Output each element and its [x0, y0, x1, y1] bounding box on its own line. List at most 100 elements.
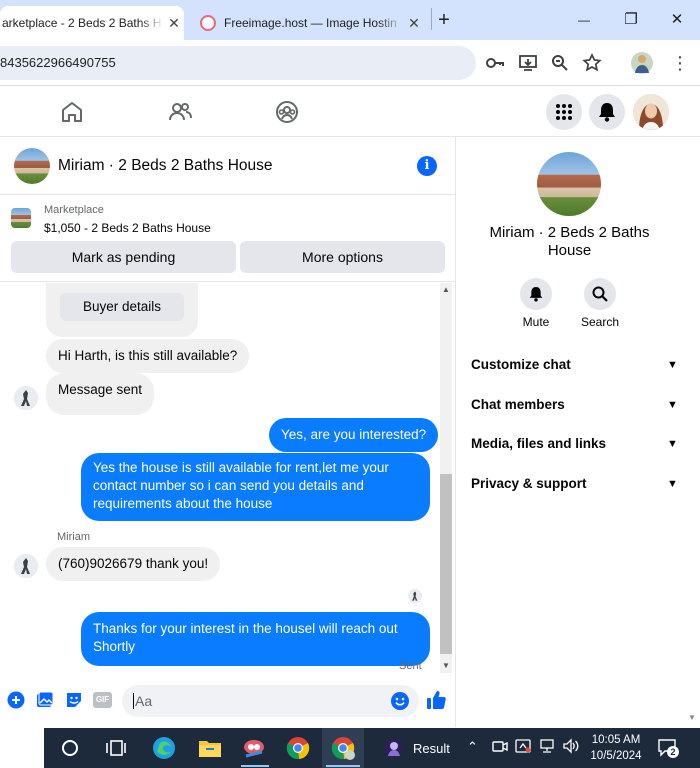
result-app-label[interactable]: Result	[413, 741, 450, 756]
scroll-down-arrow-icon[interactable]: ▼	[442, 661, 450, 670]
volume-icon[interactable]	[562, 738, 580, 757]
network-icon[interactable]	[539, 738, 555, 757]
profile-avatar[interactable]	[633, 94, 669, 130]
home-icon[interactable]	[59, 99, 85, 125]
chevron-down-icon: ▼	[667, 399, 678, 411]
notification-center-icon[interactable]: 2	[657, 738, 679, 758]
message-input-placeholder: Aa	[135, 693, 153, 709]
password-key-icon[interactable]	[485, 53, 505, 73]
section-chat-members[interactable]: Chat members ▼	[471, 397, 678, 412]
groups-icon[interactable]	[274, 99, 300, 125]
buyer-details-card: Buyer details	[46, 283, 198, 337]
conversation-title[interactable]: Miriam · 2 Beds 2 Baths House	[58, 157, 273, 175]
file-explorer-icon[interactable]	[198, 736, 222, 760]
plus-icon[interactable]	[7, 691, 25, 709]
clock-date: 10/5/2024	[590, 750, 642, 762]
install-app-icon[interactable]	[518, 53, 538, 73]
listing-thumbnail[interactable]	[14, 148, 50, 184]
search-button[interactable]	[584, 278, 616, 310]
sent-status: Sent	[399, 660, 422, 672]
thumbs-up-icon[interactable]	[426, 690, 446, 710]
menu-grid-button[interactable]	[546, 94, 582, 130]
scroll-up-arrow-icon[interactable]: ▲	[442, 285, 450, 294]
bell-icon	[599, 103, 615, 122]
section-label: Chat members	[471, 397, 565, 412]
buyer-details-button[interactable]: Buyer details	[60, 293, 184, 321]
chat-info-name: Miriam · 2 Beds 2 Baths House	[489, 224, 650, 259]
marketplace-listing-bar: Marketplace $1,050 - 2 Beds 2 Baths Hous…	[0, 196, 455, 282]
gif-icon[interactable]: GIF	[93, 692, 112, 708]
restore-button[interactable]: ❐	[617, 8, 645, 32]
listing-price-title[interactable]: $1,050 - 2 Beds 2 Baths House	[44, 221, 211, 235]
chrome-profile-avatar[interactable]	[631, 52, 653, 74]
scrollbar-thumb[interactable]	[440, 474, 452, 654]
friends-icon[interactable]	[167, 99, 193, 125]
edge-browser-icon[interactable]	[152, 736, 176, 760]
task-view-icon[interactable]	[104, 736, 128, 760]
snipping-tool-icon[interactable]	[242, 736, 266, 760]
new-tab-button[interactable]: +	[430, 8, 458, 32]
conversation-header: Miriam · 2 Beds 2 Baths House i	[0, 137, 455, 195]
address-bar[interactable]: 8435622966490755	[0, 46, 476, 80]
section-privacy-support[interactable]: Privacy & support ▼	[471, 476, 678, 491]
miriam-avatar[interactable]	[14, 554, 38, 578]
photo-icon[interactable]	[36, 691, 54, 709]
listing-small-thumbnail[interactable]	[11, 208, 31, 228]
mark-as-pending-button[interactable]: Mark as pending	[11, 241, 236, 273]
message-incoming: (760)9026679 thank you!	[46, 547, 221, 581]
camera-tray-icon[interactable]	[492, 738, 508, 757]
more-options-button[interactable]: More options	[240, 241, 445, 273]
chat-info-avatar[interactable]	[537, 152, 601, 216]
sticker-icon[interactable]	[65, 691, 83, 709]
message-input[interactable]: Aa	[122, 685, 419, 717]
browser-toolbar: 8435622966490755 ⋮	[0, 40, 700, 86]
grid-icon	[556, 104, 572, 120]
tab-title: Freeimage.host — Image Hostin	[224, 16, 397, 30]
system-clock[interactable]: 10:05 AM 10/5/2024	[588, 732, 644, 764]
browser-tab-strip: arketplace - 2 Beds 2 Baths H ✕ Freeimag…	[0, 0, 700, 40]
mute-button[interactable]	[520, 278, 552, 310]
message-scrollbar[interactable]: ▲ ▼	[440, 283, 452, 673]
result-app-icon[interactable]	[382, 736, 406, 760]
minimize-button[interactable]: —	[570, 8, 598, 32]
close-window-button[interactable]: ✕	[663, 8, 691, 32]
chevron-down-icon: ▼	[667, 478, 678, 490]
notifications-button[interactable]	[589, 94, 625, 130]
freeimage-favicon-icon	[200, 15, 216, 31]
section-media-files-links[interactable]: Media, files and links ▼	[471, 436, 678, 451]
section-customize-chat[interactable]: Customize chat ▼	[471, 357, 678, 372]
tab-close-icon[interactable]: ✕	[164, 15, 184, 32]
usb-device-tray-icon[interactable]	[515, 738, 531, 757]
conversation-panel: Miriam · 2 Beds 2 Baths House i Marketpl…	[0, 137, 456, 727]
clock-time: 10:05 AM	[591, 734, 641, 746]
emoji-icon[interactable]	[390, 691, 410, 711]
search-circle-icon[interactable]	[58, 736, 82, 760]
chrome-icon[interactable]	[286, 736, 310, 760]
info-icon[interactable]: i	[417, 156, 437, 176]
bookmark-star-icon[interactable]	[582, 53, 602, 73]
taskbar-left-edge	[0, 728, 44, 768]
section-label: Privacy & support	[471, 476, 587, 491]
zoom-icon[interactable]	[550, 53, 570, 73]
tab-marketplace[interactable]: arketplace - 2 Beds 2 Baths H ✕	[0, 6, 184, 40]
message-incoming: Message sent	[46, 373, 155, 415]
tab-freeimage[interactable]: Freeimage.host — Image Hostin ✕	[192, 6, 424, 40]
snipping-tool-active-indicator	[241, 765, 269, 767]
miriam-avatar[interactable]	[14, 386, 38, 410]
seen-indicator-avatar	[408, 589, 422, 603]
message-outgoing: Thanks for your interest in the housel w…	[81, 612, 430, 666]
bell-icon	[529, 287, 543, 302]
page-scroll-down-icon[interactable]: ▼	[688, 713, 696, 722]
section-label: Media, files and links	[471, 436, 607, 451]
message-outgoing: Yes the house is still available for ren…	[81, 453, 430, 521]
show-hidden-icons-chevron-icon[interactable]: ⌃	[467, 739, 478, 755]
chrome-menu-icon[interactable]: ⋮	[670, 53, 690, 73]
address-text: 8435622966490755	[0, 55, 116, 70]
search-label: Search	[580, 315, 620, 329]
search-icon	[592, 286, 608, 302]
chrome-profile-icon[interactable]	[331, 736, 355, 760]
chrome-active-indicator	[326, 765, 360, 767]
text-caret	[133, 693, 134, 709]
chevron-down-icon: ▼	[667, 438, 678, 450]
tab-close-icon[interactable]: ✕	[404, 15, 424, 32]
